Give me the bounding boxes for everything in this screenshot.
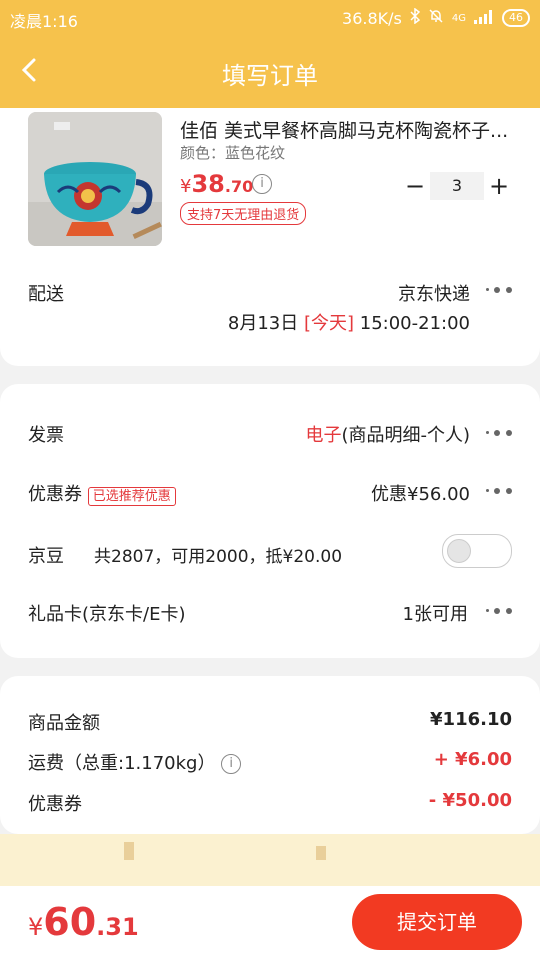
price-decimal: .70	[224, 177, 254, 196]
coupon-discount-value: - ¥50.00	[428, 790, 512, 811]
total-decimal: .31	[96, 913, 139, 941]
network-type: 4G	[451, 12, 466, 24]
coupon-recommended-tag: 已选推荐优惠	[87, 487, 176, 506]
coupon-value[interactable]: 优惠¥56.00	[371, 480, 470, 506]
jingdou-toggle[interactable]	[442, 534, 512, 568]
quantity-input[interactable]: 3	[430, 172, 484, 200]
return-policy-badge: 支持7天无理由退货	[180, 202, 307, 225]
page-title: 填写订单	[222, 62, 318, 90]
decrease-quantity-button[interactable]: −	[400, 172, 430, 200]
product-image[interactable]	[28, 112, 162, 246]
product-name[interactable]: 佳佰 美式早餐杯高脚马克杯陶瓷杯子...	[180, 116, 520, 143]
freight-info-icon[interactable]: i	[221, 754, 242, 774]
battery-icon: 46	[502, 9, 530, 27]
coupon-discount-label: 优惠券	[28, 794, 82, 815]
coupon-more-icon[interactable]	[486, 487, 514, 495]
mute-bell-icon	[428, 8, 444, 28]
coupon-row-label: 优惠券 已选推荐优惠	[28, 480, 176, 506]
price-currency: ¥	[180, 176, 192, 197]
delivery-today: [今天]	[303, 313, 355, 334]
product-color: 颜色：蓝色花纹	[180, 144, 286, 162]
gift-card-label: 礼品卡(京东卡/E卡)	[28, 604, 186, 625]
delivery-time[interactable]: 8月13日 [今天] 15:00-21:00	[228, 309, 470, 335]
gift-card-value[interactable]: 1张可用	[403, 600, 468, 626]
decorative-banner	[0, 834, 540, 886]
network-speed: 36.8K/s	[342, 8, 402, 28]
submit-order-button[interactable]: 提交订单	[352, 894, 522, 950]
freight-value: + ¥6.00	[433, 749, 512, 770]
total-integer: 60	[43, 900, 97, 944]
product-price: ¥ 38 .70	[180, 170, 253, 198]
invoice-type: 电子	[305, 425, 342, 446]
delivery-date: 8月13日	[227, 313, 299, 334]
invoice-label: 发票	[28, 425, 64, 446]
goods-amount-label: 商品金额	[28, 713, 100, 734]
status-time: 凌晨1:16	[10, 12, 78, 31]
order-total: ¥ 60 .31	[28, 900, 139, 944]
price-info-icon[interactable]: i	[252, 174, 272, 194]
price-integer: 38	[191, 170, 225, 198]
delivery-more-icon[interactable]	[486, 286, 514, 294]
invoice-detail: (商品明细-个人)	[341, 425, 470, 446]
delivery-label: 配送	[28, 284, 64, 305]
status-bar: 凌晨1:16 36.8K/s 4G 46	[0, 0, 540, 36]
total-currency: ¥	[28, 913, 44, 941]
banner-decoration	[316, 846, 326, 860]
signal-icon	[474, 9, 494, 28]
quantity-stepper: − 3 +	[400, 172, 514, 200]
coupon-label: 优惠券	[28, 484, 82, 505]
invoice-value[interactable]: 电子(商品明细-个人)	[305, 421, 470, 447]
gift-card-more-icon[interactable]	[486, 607, 514, 615]
jingdou-label: 京豆	[28, 546, 64, 567]
invoice-more-icon[interactable]	[486, 429, 514, 437]
freight-label-text: 运费（总重:1.170kg）	[28, 753, 216, 774]
increase-quantity-button[interactable]: +	[484, 172, 514, 200]
banner-decoration	[124, 842, 134, 860]
goods-amount-value: ¥116.10	[430, 709, 512, 730]
delivery-time-range: 15:00-21:00	[359, 313, 470, 334]
toggle-knob	[447, 539, 471, 563]
jingdou-value: 共2807，可用2000，抵¥20.00	[94, 547, 343, 567]
delivery-carrier[interactable]: 京东快递	[398, 280, 470, 306]
bluetooth-icon	[410, 7, 421, 28]
freight-label: 运费（总重:1.170kg） i	[28, 749, 242, 775]
